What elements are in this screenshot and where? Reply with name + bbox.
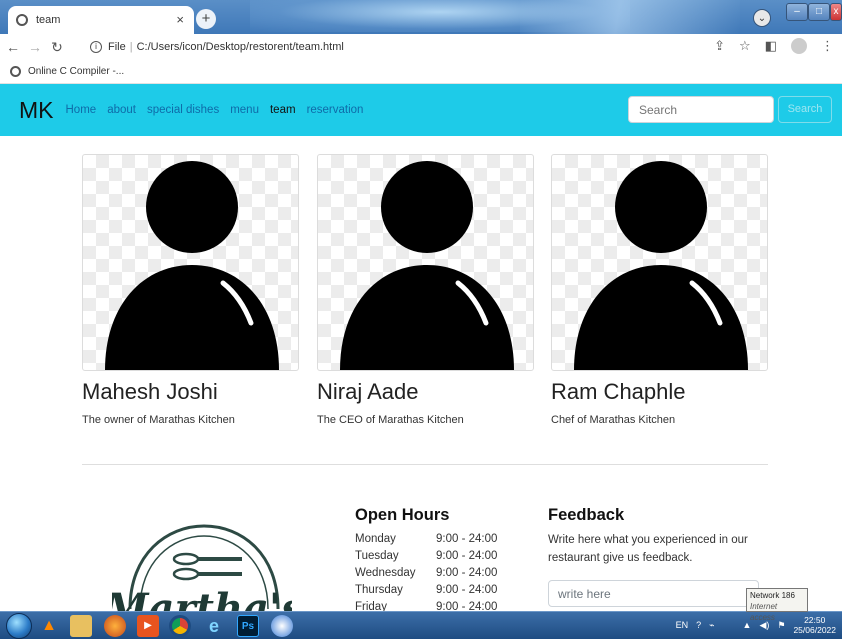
feedback-title: Feedback — [548, 506, 625, 524]
kebab-menu-icon[interactable]: ⋮ — [821, 38, 834, 54]
back-arrow-icon[interactable]: ← — [4, 39, 22, 55]
hours-row: Friday 9:00 - 24:00 — [355, 601, 498, 611]
nav-link-team[interactable]: team — [270, 104, 296, 116]
restaurant-logo: Martha's — [102, 514, 304, 611]
member-name: Mahesh Joshi — [82, 379, 218, 404]
share-icon[interactable]: ⇪ — [714, 38, 725, 54]
feedback-section: Feedback Write here what you experienced… — [548, 506, 768, 607]
hours-row: Thursday 9:00 - 24:00 — [355, 584, 498, 596]
person-silhouette-icon — [340, 161, 514, 370]
help-icon[interactable]: ? — [696, 620, 701, 630]
hours-row: Monday 9:00 - 24:00 — [355, 533, 498, 545]
chrome-icon[interactable] — [169, 615, 191, 637]
start-button[interactable] — [6, 613, 32, 639]
forward-arrow-icon[interactable]: → — [26, 39, 44, 55]
logo-text: Martha's — [112, 585, 292, 611]
section-divider — [82, 464, 768, 465]
open-hours: Open Hours Monday 9:00 - 24:00 Tuesday 9:0… — [355, 506, 497, 611]
search-input[interactable] — [628, 96, 774, 123]
nav-link-home[interactable]: Home — [66, 104, 97, 116]
team-card: Ram Chaphle Chef of Marathas Kitchen — [551, 154, 768, 426]
member-role: The owner of Marathas Kitchen — [82, 414, 235, 426]
star-icon[interactable]: ☆ — [739, 38, 751, 54]
url-separator: | — [129, 41, 133, 53]
url-scheme: File — [108, 41, 126, 53]
chevron-down-icon[interactable]: ⌄ — [753, 9, 771, 27]
site-footer: Martha's Open Hours Monday 9:00 - 24:00 T… — [0, 484, 842, 611]
hours-row: Wednesday 9:00 - 24:00 — [355, 567, 498, 579]
info-icon[interactable]: i — [90, 41, 102, 53]
avatar — [317, 154, 534, 371]
hours-row: Tuesday 9:00 - 24:00 — [355, 550, 498, 562]
member-name: Ram Chaphle — [551, 379, 686, 404]
member-name: Niraj Aade — [317, 379, 419, 404]
ie-icon[interactable]: e — [203, 615, 225, 637]
page-viewport: MK Home about special dishes menu team r… — [0, 84, 842, 611]
folder-icon[interactable] — [70, 615, 92, 637]
avatar — [82, 154, 299, 371]
tab-close-button[interactable]: × — [176, 12, 184, 27]
close-window-button[interactable]: x — [830, 3, 842, 21]
profile-avatar[interactable] — [791, 38, 807, 54]
maximize-button[interactable]: □ — [808, 3, 830, 21]
site-navbar: MK Home about special dishes menu team r… — [0, 84, 842, 136]
browser-tab-strip: team × + ⌄ – □ x — [0, 0, 842, 34]
toolbar-actions: ⇪ ☆ ◧ ⋮ — [714, 38, 834, 54]
network-icon[interactable]: ⌁ — [709, 620, 714, 631]
browser-tab[interactable]: team × — [8, 6, 194, 34]
search-button[interactable]: Search — [778, 96, 832, 123]
feedback-input[interactable]: write here — [548, 580, 759, 607]
network-app-icon[interactable] — [271, 615, 293, 637]
aero-glow-2 — [520, 0, 740, 34]
media-player-icon[interactable]: ▶ — [137, 615, 159, 637]
nav-link-special-dishes[interactable]: special dishes — [147, 104, 219, 116]
nav-link-menu[interactable]: menu — [230, 104, 259, 116]
team-card: Niraj Aade The CEO of Marathas Kitchen — [317, 154, 534, 426]
globe-icon — [10, 66, 21, 77]
new-tab-button[interactable]: + — [196, 9, 216, 29]
address-bar[interactable]: i File | C:/Users/icon/Desktop/restorent… — [90, 37, 720, 57]
sidepanel-icon[interactable]: ◧ — [765, 38, 777, 54]
member-role: Chef of Marathas Kitchen — [551, 414, 676, 426]
language-indicator[interactable]: EN — [676, 620, 689, 630]
network-tooltip: Network 186 Internet access — [746, 588, 808, 622]
reload-icon[interactable]: ↻ — [48, 39, 66, 56]
os-taskbar: ▲ ▶ e Ps EN ? ⌁ ▲ ◀) ⚑ 22:50 25/06/2022 — [0, 611, 842, 639]
bookmark-item[interactable]: Online C Compiler -... — [28, 66, 124, 77]
url-text: C:/Users/icon/Desktop/restorent/team.htm… — [136, 41, 344, 53]
vlc-icon[interactable]: ▲ — [38, 615, 60, 637]
bookmarks-bar: Online C Compiler -... — [0, 60, 842, 84]
firefox-icon[interactable] — [104, 615, 126, 637]
person-silhouette-icon — [574, 161, 748, 370]
photoshop-icon[interactable]: Ps — [237, 615, 259, 637]
globe-icon — [16, 14, 28, 26]
nav-link-reservation[interactable]: reservation — [307, 104, 364, 116]
team-card: Mahesh Joshi The owner of Marathas Kitch… — [82, 154, 299, 426]
browser-toolbar: ← → ↻ i File | C:/Users/icon/Desktop/res… — [0, 34, 842, 60]
member-role: The CEO of Marathas Kitchen — [317, 414, 464, 426]
site-brand[interactable]: MK — [19, 97, 54, 124]
avatar — [551, 154, 768, 371]
hours-title: Open Hours — [355, 506, 450, 524]
person-silhouette-icon — [105, 161, 279, 370]
minimize-button[interactable]: – — [786, 3, 808, 21]
nav-link-about[interactable]: about — [107, 104, 136, 116]
feedback-text: Write here what you experienced in our r… — [548, 534, 748, 564]
tab-title: team — [36, 14, 61, 26]
